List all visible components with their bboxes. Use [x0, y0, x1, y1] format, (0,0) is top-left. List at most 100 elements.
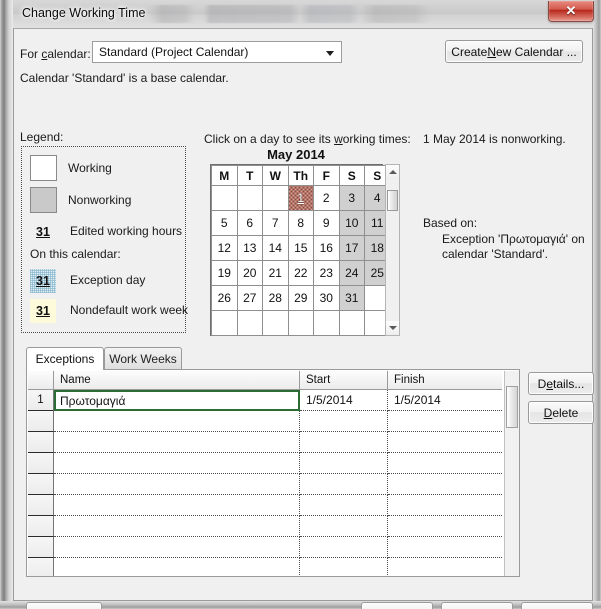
cell-start[interactable]	[300, 537, 388, 558]
calendar-day-nonworking[interactable]: 24	[338, 260, 365, 286]
row-number-cell[interactable]	[28, 495, 54, 516]
table-row[interactable]	[28, 516, 502, 537]
scroll-down-icon[interactable]	[386, 321, 399, 335]
calendar-day-working[interactable]: 26	[211, 285, 238, 311]
cell-name[interactable]	[54, 516, 300, 537]
cell-name[interactable]	[54, 537, 300, 558]
calendar-day-working[interactable]: 12	[211, 235, 238, 261]
row-number-cell[interactable]	[28, 411, 54, 432]
legend-label-working: Working	[68, 161, 112, 175]
cell-name[interactable]	[54, 474, 300, 495]
row-number-cell[interactable]: 1	[28, 390, 54, 411]
cell-finish[interactable]: 1/5/2014	[388, 390, 502, 411]
cell-finish[interactable]	[388, 537, 502, 558]
calendar-day-working[interactable]: 14	[262, 235, 289, 261]
cell-start[interactable]: 1/5/2014	[300, 390, 388, 411]
grid-header-name[interactable]: Name	[54, 371, 300, 389]
row-number-cell[interactable]	[28, 558, 54, 576]
calendar-grid[interactable]: M T W Th F S S 1 2 3 4 5 6 7 8 9 10 11 12 13 14 15 16 17…	[210, 164, 391, 336]
table-row[interactable]	[28, 495, 502, 516]
calendar-day-working[interactable]: 28	[262, 285, 289, 311]
window-title: Change Working Time	[22, 6, 146, 20]
grid-header-start[interactable]: Start	[300, 371, 388, 389]
cell-name[interactable]	[54, 432, 300, 453]
calendar-day-number: 14	[268, 241, 282, 255]
cell-finish[interactable]	[388, 411, 502, 432]
row-number-cell[interactable]	[28, 432, 54, 453]
calendar-select[interactable]: Standard (Project Calendar)	[92, 41, 342, 63]
cancel-button[interactable]: Cancel	[521, 602, 593, 609]
table-row[interactable]	[28, 432, 502, 453]
tab-work-weeks[interactable]: Work Weeks	[104, 347, 182, 369]
calendar-day-working[interactable]: 6	[236, 210, 263, 236]
cell-start[interactable]	[300, 432, 388, 453]
calendar-day-working[interactable]: 2	[313, 185, 340, 211]
details-button[interactable]: De tails...	[528, 372, 594, 395]
calendar-day-selected[interactable]: 1	[287, 185, 314, 211]
calendar-day-working[interactable]: 15	[287, 235, 314, 261]
cell-start[interactable]	[300, 558, 388, 576]
cell-finish[interactable]	[388, 474, 502, 495]
calendar-scrollbar[interactable]	[385, 164, 400, 336]
cell-name[interactable]	[54, 453, 300, 474]
table-row[interactable]	[28, 474, 502, 495]
help-button[interactable]: Help	[26, 602, 102, 609]
options-button[interactable]: Options...	[361, 602, 433, 609]
grid-scrollbar[interactable]	[504, 371, 519, 576]
calendar-day-working[interactable]: 5	[211, 210, 238, 236]
table-row[interactable]: 1 Πρωτομαγιά 1/5/2014 1/5/2014	[28, 390, 502, 411]
calendar-day-nonworking[interactable]: 3	[338, 185, 365, 211]
grid-scrollbar-thumb[interactable]	[506, 386, 518, 428]
close-button[interactable]: ✕	[548, 1, 594, 22]
row-number-cell[interactable]	[28, 474, 54, 495]
delete-button[interactable]: Delete	[528, 401, 594, 424]
calendar-day-working[interactable]: 30	[313, 285, 340, 311]
cell-name[interactable]	[54, 495, 300, 516]
calendar-day-working[interactable]: 8	[287, 210, 314, 236]
cell-name[interactable]	[54, 411, 300, 432]
row-number-cell[interactable]	[28, 453, 54, 474]
calendar-day-working[interactable]: 27	[236, 285, 263, 311]
calendar-day-working[interactable]: 23	[313, 260, 340, 286]
row-number-cell[interactable]	[28, 516, 54, 537]
calendar-day-nonworking[interactable]: 17	[338, 235, 365, 261]
table-row[interactable]	[28, 558, 502, 576]
table-row[interactable]	[28, 411, 502, 432]
ok-button[interactable]: OK	[441, 602, 513, 609]
calendar-day-nonworking[interactable]: 10	[338, 210, 365, 236]
calendar-day-nonworking[interactable]: 31	[338, 285, 365, 311]
table-row[interactable]	[28, 453, 502, 474]
calendar-day-working[interactable]: 13	[236, 235, 263, 261]
create-new-calendar-button[interactable]: Create New Calendar ...	[445, 40, 583, 63]
calendar-day-working[interactable]: 22	[287, 260, 314, 286]
row-number-cell[interactable]	[28, 537, 54, 558]
cell-finish[interactable]	[388, 432, 502, 453]
cell-start[interactable]	[300, 411, 388, 432]
calendar-day-working[interactable]: 21	[262, 260, 289, 286]
calendar-day-working[interactable]: 20	[236, 260, 263, 286]
scroll-up-icon[interactable]	[386, 165, 399, 179]
cell-start[interactable]	[300, 453, 388, 474]
cell-start[interactable]	[300, 516, 388, 537]
calendar-day-working[interactable]: 7	[262, 210, 289, 236]
table-row[interactable]	[28, 537, 502, 558]
cell-start[interactable]	[300, 495, 388, 516]
cell-start[interactable]	[300, 474, 388, 495]
calendar-day-working[interactable]: 9	[313, 210, 340, 236]
titlebar: Change Working Time	[13, 2, 593, 28]
cell-name[interactable]	[54, 558, 300, 576]
calendar-day-number: 27	[243, 291, 257, 305]
calendar-day-blank	[211, 185, 238, 211]
cell-finish[interactable]	[388, 558, 502, 576]
grid-header-finish[interactable]: Finish	[388, 371, 502, 389]
cell-finish[interactable]	[388, 516, 502, 537]
calendar-scrollbar-thumb[interactable]	[387, 190, 398, 211]
tab-exceptions[interactable]: Exceptions	[26, 347, 104, 370]
calendar-day-number: 23	[319, 266, 333, 280]
cell-finish[interactable]	[388, 453, 502, 474]
calendar-day-working[interactable]: 16	[313, 235, 340, 261]
cell-name[interactable]: Πρωτομαγιά	[54, 390, 300, 411]
cell-finish[interactable]	[388, 495, 502, 516]
calendar-day-working[interactable]: 29	[287, 285, 314, 311]
calendar-day-working[interactable]: 19	[211, 260, 238, 286]
